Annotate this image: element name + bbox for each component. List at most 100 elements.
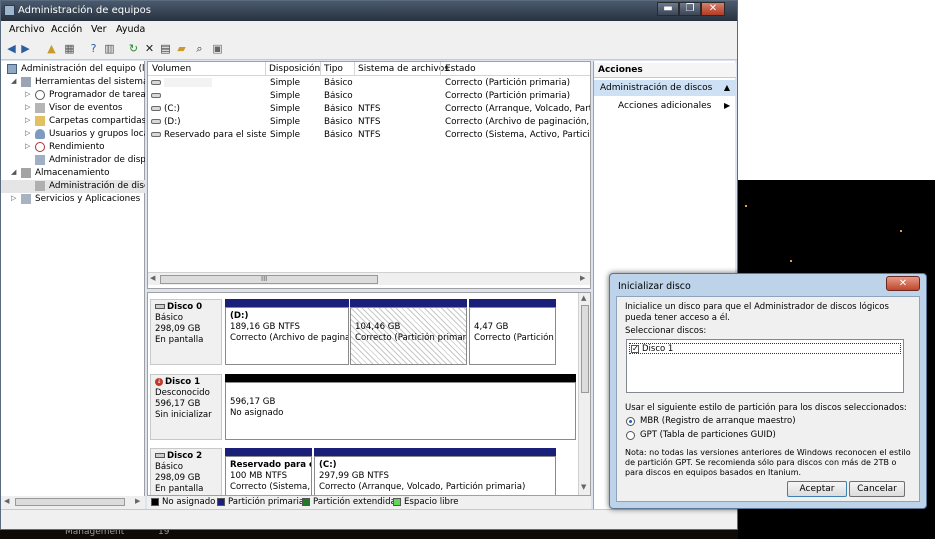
table-row[interactable]: Reservado para el sistema Simple Básico … xyxy=(148,129,590,141)
expand-icon[interactable]: ▷ xyxy=(25,129,30,137)
dialog-close-button[interactable]: ✕ xyxy=(886,276,920,291)
partition-system-reserved[interactable]: Reservado para el s 100 MB NTFS Correcto… xyxy=(225,448,312,495)
properties-icon[interactable]: ▤ xyxy=(159,42,172,55)
column-header-tipo[interactable]: Tipo xyxy=(324,64,343,74)
disk-2-info[interactable]: Disco 2 Básico 298,09 GB En pantalla xyxy=(150,448,222,495)
delete-icon[interactable]: ✕ xyxy=(143,42,156,55)
back-icon[interactable]: ◀ xyxy=(5,42,18,55)
scroll-left-icon[interactable]: ◀ xyxy=(150,274,155,282)
column-separator[interactable] xyxy=(440,62,441,76)
menu-archivo[interactable]: Archivo xyxy=(9,24,45,35)
disk-vertical-scrollbar[interactable]: ▲ ▼ xyxy=(578,293,590,495)
collapse-icon[interactable]: ◢ xyxy=(11,77,16,85)
tree-horizontal-scrollbar[interactable]: ◀ ▶ xyxy=(1,496,145,509)
minimize-button[interactable]: ▬ xyxy=(657,2,679,16)
disk-settings-icon[interactable]: ▣ xyxy=(211,42,224,55)
column-header-volumen[interactable]: Volumen xyxy=(152,64,191,74)
gpt-option[interactable]: GPT (Tabla de particiones GUID) xyxy=(626,430,906,442)
forward-icon[interactable]: ▶ xyxy=(19,42,32,55)
expand-icon[interactable]: ▷ xyxy=(25,90,30,98)
column-separator[interactable] xyxy=(354,62,355,76)
refresh-icon[interactable]: ↻ xyxy=(127,42,140,55)
tree-item-disk-management[interactable]: Administración de disco xyxy=(1,180,145,193)
partition-unnamed-2[interactable]: 4,47 GB Correcto (Partición xyxy=(469,299,556,365)
disk-0-info[interactable]: Disco 0 Básico 298,09 GB En pantalla xyxy=(150,299,222,365)
tree-item-storage[interactable]: ◢ Almacenamiento xyxy=(1,167,145,180)
more-actions-item[interactable]: Acciones adicionales ▶ xyxy=(618,101,730,111)
table-row[interactable]: Simple Básico Correcto (Partición primar… xyxy=(148,90,590,102)
expand-icon[interactable]: ▷ xyxy=(25,142,30,150)
scroll-thumb[interactable] xyxy=(15,498,125,506)
tree-item-local-users[interactable]: ▷ Usuarios y grupos local xyxy=(1,128,145,141)
title-bar[interactable]: Administración de equipos ▬ ❐ ✕ xyxy=(1,1,737,21)
disk-type: Desconocido xyxy=(155,388,210,398)
scroll-thumb[interactable]: III xyxy=(160,275,378,284)
show-action-pane-icon[interactable]: ▥ xyxy=(103,42,116,55)
dialog-note: Nota: no todas las versiones anteriores … xyxy=(625,448,911,477)
ok-button[interactable]: Aceptar xyxy=(787,481,847,497)
menu-accion[interactable]: Acción xyxy=(51,24,82,35)
expand-icon[interactable]: ▷ xyxy=(25,116,30,124)
scroll-up-icon[interactable]: ▲ xyxy=(581,294,586,302)
partition-unallocated[interactable]: 596,17 GB No asignado xyxy=(225,374,576,440)
disk-1-info[interactable]: ↓ Disco 1 Desconocido 596,17 GB Sin inici… xyxy=(150,374,222,440)
mbr-option[interactable]: MBR (Registro de arranque maestro) xyxy=(626,416,906,428)
search-icon[interactable]: ⌕ xyxy=(193,42,206,55)
show-hide-tree-icon[interactable]: ▦ xyxy=(63,42,76,55)
column-separator[interactable] xyxy=(320,62,321,76)
event-viewer-icon xyxy=(35,103,45,113)
tree-item-task-scheduler[interactable]: ▷ Programador de tareas xyxy=(1,89,145,102)
scroll-left-icon[interactable]: ◀ xyxy=(4,497,9,505)
expand-icon[interactable]: ▷ xyxy=(11,194,16,202)
tree-item-system-tools[interactable]: ◢ Herramientas del sistema xyxy=(1,76,145,89)
disk-name: Disco 0 xyxy=(167,302,203,312)
open-folder-icon[interactable]: ▰ xyxy=(175,42,188,55)
tree-item-performance[interactable]: ▷ Rendimiento xyxy=(1,141,145,154)
volume-horizontal-scrollbar[interactable]: ◀ III ▶ xyxy=(148,272,590,285)
tree-item-event-viewer[interactable]: ▷ Visor de eventos xyxy=(1,102,145,115)
help-icon[interactable]: ? xyxy=(87,42,100,55)
scroll-down-icon[interactable]: ▼ xyxy=(581,483,586,491)
menu-ayuda[interactable]: Ayuda xyxy=(116,24,145,35)
collapse-up-icon[interactable]: ▲ xyxy=(724,83,730,92)
column-header-sistema[interactable]: Sistema de archivos xyxy=(358,64,449,74)
menu-ver[interactable]: Ver xyxy=(91,24,107,35)
star-decoration xyxy=(790,260,792,262)
gpt-radio[interactable] xyxy=(626,431,635,440)
disk-list[interactable]: ✓ Disco 1 xyxy=(626,339,904,393)
cancel-button[interactable]: Cancelar xyxy=(849,481,905,497)
column-header-disposicion[interactable]: Disposición xyxy=(269,64,320,74)
partition-bar xyxy=(225,299,349,307)
scroll-thumb[interactable] xyxy=(581,305,589,393)
actions-section-disk-management[interactable]: Administración de discos ▲ xyxy=(594,80,736,96)
table-row[interactable]: (D:) Simple Básico NTFS Correcto (Archiv… xyxy=(148,116,590,128)
device-manager-icon xyxy=(35,155,45,165)
gpt-label: GPT (Tabla de particiones GUID) xyxy=(640,430,776,440)
more-actions-label: Acciones adicionales xyxy=(618,101,712,111)
column-separator[interactable] xyxy=(265,62,266,76)
table-row[interactable]: (C:) Simple Básico NTFS Correcto (Arranq… xyxy=(148,103,590,115)
tree-item-device-manager[interactable]: Administrador de dispo xyxy=(1,154,145,167)
up-folder-icon[interactable]: ▲ xyxy=(45,42,58,55)
disk-checkbox[interactable]: ✓ xyxy=(631,345,639,353)
collapse-icon[interactable]: ◢ xyxy=(11,168,16,176)
table-row[interactable]: Simple Básico Correcto (Partición primar… xyxy=(148,77,590,89)
tree-item-services-apps[interactable]: ▷ Servicios y Aplicaciones xyxy=(1,193,145,206)
partition-c[interactable]: (C:) 297,99 GB NTFS Correcto (Arranque, … xyxy=(314,448,556,495)
column-header-estado[interactable]: Estado xyxy=(445,64,476,74)
tree-item-shared-folders[interactable]: ▷ Carpetas compartidas xyxy=(1,115,145,128)
disk-size: 298,09 GB xyxy=(155,324,201,334)
expand-icon[interactable]: ▷ xyxy=(25,103,30,111)
partition-d[interactable]: (D:) 189,16 GB NTFS Correcto (Archivo de… xyxy=(225,299,349,365)
scroll-right-icon[interactable]: ▶ xyxy=(135,497,140,505)
mbr-radio[interactable] xyxy=(626,417,635,426)
maximize-button[interactable]: ❐ xyxy=(679,2,701,16)
filesystem-cell: NTFS xyxy=(358,104,381,114)
partition-unnamed-1[interactable]: 104,46 GB Correcto (Partición primaria xyxy=(350,299,467,365)
disk-list-item[interactable]: ✓ Disco 1 xyxy=(629,343,901,354)
status-bar xyxy=(1,509,737,529)
tree-item-computer-management[interactable]: Administración del equipo (loc xyxy=(1,63,145,76)
partition-name: Reservado para el s xyxy=(230,460,311,470)
scroll-right-icon[interactable]: ▶ xyxy=(580,274,585,282)
close-button[interactable]: ✕ xyxy=(701,2,725,16)
